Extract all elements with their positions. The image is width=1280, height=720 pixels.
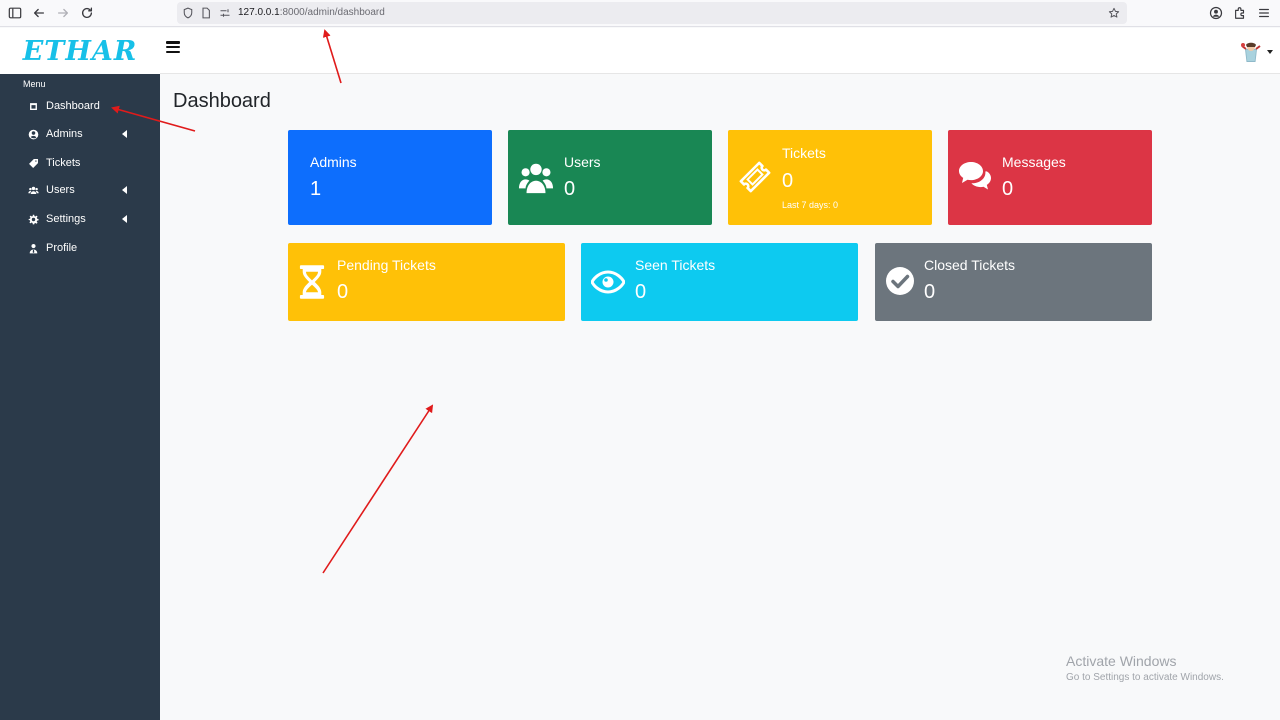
sidebar-item-profile[interactable]: Profile	[0, 236, 160, 260]
sidebar-item-admins[interactable]: Admins	[0, 122, 160, 146]
card-seen-tickets[interactable]: Seen Tickets 0	[581, 243, 858, 321]
browser-toolbar: 127.0.0.1:8000/admin/dashboard	[0, 0, 1280, 27]
card-label: Pending Tickets	[337, 257, 436, 273]
sidebar-item-settings[interactable]: Settings	[0, 207, 160, 231]
check-circle-icon	[885, 266, 915, 296]
avatar-dropdown-caret-icon[interactable]	[1267, 50, 1273, 54]
brand-area[interactable]: ETHAR	[0, 28, 160, 74]
watermark-line-2: Go to Settings to activate Windows.	[1066, 672, 1224, 683]
card-value: 0	[1002, 178, 1014, 200]
windows-activation-watermark: Activate Windows Go to Settings to activ…	[1066, 653, 1224, 683]
page-icon	[198, 5, 214, 21]
page-title: Dashboard	[173, 90, 271, 112]
card-label: Users	[564, 154, 601, 170]
card-closed-tickets[interactable]: Closed Tickets 0	[875, 243, 1152, 321]
hamburger-menu-icon[interactable]	[166, 40, 180, 54]
tag-icon	[27, 157, 39, 169]
sidebar-item-label: Tickets	[46, 157, 81, 169]
sidebar-item-dashboard[interactable]: Dashboard	[0, 94, 160, 118]
card-note: Last 7 days: 0	[782, 200, 839, 210]
sidebar-item-label: Profile	[46, 242, 78, 254]
sidebar-item-label: Dashboard	[46, 100, 100, 112]
dashboard-icon	[27, 100, 39, 112]
annotation-arrow-content	[322, 404, 434, 574]
bookmark-star-icon[interactable]	[1106, 5, 1122, 21]
eye-icon	[591, 267, 625, 297]
submenu-caret-icon	[122, 215, 127, 223]
url-host: 127.0.0.1	[238, 7, 280, 18]
card-value: 0	[782, 170, 794, 192]
card-value: 1	[310, 178, 322, 200]
comments-icon	[958, 160, 992, 192]
users-icon	[27, 184, 39, 196]
back-arrow-icon[interactable]	[30, 4, 48, 22]
card-label: Messages	[1002, 154, 1066, 170]
reload-icon[interactable]	[78, 4, 96, 22]
watermark-line-1: Activate Windows	[1066, 653, 1177, 669]
shield-icon[interactable]	[180, 5, 196, 21]
submenu-caret-icon	[122, 186, 127, 194]
card-label: Closed Tickets	[924, 257, 1016, 273]
card-label: Seen Tickets	[635, 257, 716, 273]
menu-icon[interactable]	[1255, 4, 1273, 22]
permissions-icon[interactable]	[217, 5, 233, 21]
forward-arrow-icon[interactable]	[54, 4, 72, 22]
extensions-icon[interactable]	[1231, 4, 1249, 22]
card-value: 0	[635, 281, 647, 303]
submenu-caret-icon	[122, 130, 127, 138]
gear-icon	[27, 213, 39, 225]
user-avatar[interactable]	[1240, 40, 1262, 64]
card-pending-tickets[interactable]: Pending Tickets 0	[288, 243, 565, 321]
card-admins[interactable]: Admins 1	[288, 130, 492, 225]
card-label: Tickets	[782, 145, 826, 161]
card-users[interactable]: Users 0	[508, 130, 712, 225]
users-icon	[518, 158, 554, 196]
card-tickets[interactable]: Tickets 0 Last 7 days: 0	[728, 130, 932, 225]
sidebar-item-users[interactable]: Users	[0, 178, 160, 202]
brand-logo[interactable]: ETHAR	[23, 36, 138, 67]
account-icon[interactable]	[1207, 4, 1225, 22]
hourglass-icon	[298, 263, 326, 301]
sidebar-item-label: Users	[46, 184, 75, 196]
url-text[interactable]: 127.0.0.1:8000/admin/dashboard	[238, 7, 385, 18]
user-tie-icon	[27, 242, 39, 254]
card-messages[interactable]: Messages 0	[948, 130, 1152, 225]
ticket-icon	[738, 160, 772, 194]
card-label: Admins	[310, 154, 357, 170]
user-circle-icon	[27, 128, 39, 140]
sidebar-menu-heading: Menu	[23, 79, 46, 89]
card-value: 0	[924, 281, 936, 303]
sidebar-item-label: Admins	[46, 128, 83, 140]
sidebar-item-label: Settings	[46, 213, 86, 225]
top-navbar	[160, 28, 1280, 74]
url-path: :8000/admin/dashboard	[279, 7, 385, 18]
sidebar-item-tickets[interactable]: Tickets	[0, 151, 160, 175]
url-bar[interactable]: 127.0.0.1:8000/admin/dashboard	[177, 2, 1127, 24]
card-value: 0	[564, 178, 576, 200]
sidebar-toggle-icon[interactable]	[6, 4, 24, 22]
card-value: 0	[337, 281, 349, 303]
